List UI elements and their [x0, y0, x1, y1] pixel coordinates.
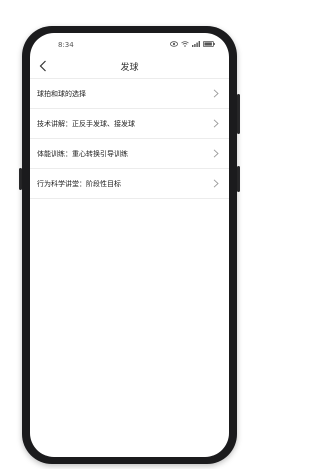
eye-icon [170, 41, 178, 47]
phone-power-button [237, 166, 240, 192]
signal-icon [192, 41, 200, 47]
page-title: 发球 [120, 63, 139, 73]
list-item-label: 技术讲解：正反手发球、接发球 [37, 119, 135, 128]
phone-screen: 8:34 发球 球拍和球的选择 技术讲解：正反手发球、接发球 体能训练：重心转换… [30, 33, 229, 457]
list-item-label: 球拍和球的选择 [37, 89, 86, 98]
phone-volume-button [237, 94, 240, 134]
title-bar: 发球 [30, 55, 229, 77]
chevron-right-icon [213, 149, 219, 158]
list-item[interactable]: 行为科学讲堂：阶段性目标 [30, 169, 229, 199]
list-item[interactable]: 体能训练：重心转换引导训练 [30, 139, 229, 169]
wifi-icon [181, 41, 189, 47]
status-bar: 8:34 [30, 33, 229, 55]
menu-list: 球拍和球的选择 技术讲解：正反手发球、接发球 体能训练：重心转换引导训练 行为科… [30, 78, 229, 199]
list-item-label: 体能训练：重心转换引导训练 [37, 149, 128, 158]
chevron-right-icon [213, 89, 219, 98]
chevron-right-icon [213, 119, 219, 128]
status-icons [170, 41, 215, 47]
list-item-label: 行为科学讲堂：阶段性目标 [37, 179, 121, 188]
list-item[interactable]: 球拍和球的选择 [30, 78, 229, 109]
canvas: 8:34 发球 球拍和球的选择 技术讲解：正反手发球、接发球 体能训练：重心转换… [0, 0, 260, 469]
battery-icon [203, 41, 215, 47]
chevron-right-icon [213, 179, 219, 188]
list-item[interactable]: 技术讲解：正反手发球、接发球 [30, 109, 229, 139]
status-time: 8:34 [58, 41, 74, 49]
